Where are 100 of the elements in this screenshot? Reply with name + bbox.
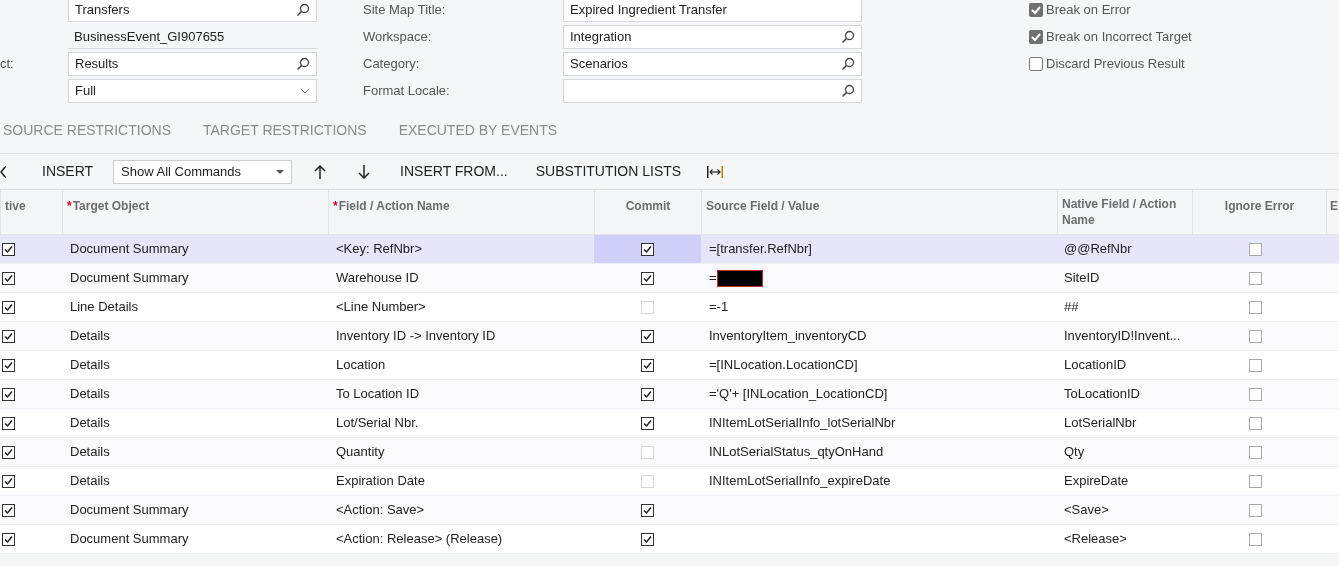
caret-icon bbox=[276, 169, 285, 174]
column-header[interactable]: Commit bbox=[594, 190, 701, 234]
checkbox[interactable] bbox=[2, 300, 15, 314]
checkbox[interactable] bbox=[641, 242, 654, 256]
table-cell-text: Details bbox=[70, 356, 110, 375]
table-cell-text: ToLocationID bbox=[1064, 385, 1140, 404]
table-row[interactable]: Details To Location ID ='Q'+ [INLocation_LocationCD] ToLocationID bbox=[0, 380, 1339, 409]
checkbox[interactable] bbox=[1029, 3, 1043, 17]
checkbox[interactable] bbox=[1248, 358, 1262, 372]
search-icon[interactable] bbox=[841, 84, 855, 98]
checkbox[interactable] bbox=[1029, 30, 1043, 44]
table-cell-text: INLotSerialStatus_qtyOnHand bbox=[709, 443, 884, 462]
table-cell-text: Details bbox=[70, 327, 110, 346]
table-cell-text: Line Details bbox=[70, 298, 138, 317]
dropdown-field[interactable]: Full bbox=[68, 79, 317, 103]
table-cell-text: @@RefNbr bbox=[1064, 240, 1132, 259]
checkbox[interactable] bbox=[2, 358, 15, 372]
table-cell-text: Lot/Serial Nbr. bbox=[336, 414, 419, 433]
table-row[interactable]: Document Summary <Action: Save> <Save> bbox=[0, 496, 1339, 525]
search-icon[interactable] bbox=[296, 57, 310, 71]
chevron-down-icon[interactable] bbox=[300, 88, 310, 94]
input-field[interactable]: Scenarios bbox=[563, 52, 862, 76]
input-field[interactable]: Results bbox=[68, 52, 317, 76]
checkbox[interactable] bbox=[2, 416, 15, 430]
checkbox[interactable] bbox=[641, 387, 654, 401]
readonly-field: BusinessEvent_GI907655 bbox=[68, 25, 317, 49]
table-cell-text: =[transfer.RefNbr] bbox=[709, 240, 812, 259]
field-label: Workspace: bbox=[363, 28, 432, 47]
column-header[interactable]: tive bbox=[0, 190, 62, 234]
checkbox[interactable] bbox=[1248, 242, 1262, 256]
toolbar-button[interactable]: INSERT bbox=[28, 158, 108, 185]
table-cell-text: Inventory ID -> Inventory ID bbox=[336, 327, 496, 346]
column-header[interactable]: Native Field / Action Name bbox=[1057, 190, 1192, 234]
checkbox[interactable] bbox=[2, 242, 15, 256]
checkbox[interactable] bbox=[2, 474, 15, 488]
table-row[interactable]: Document Summary Warehouse ID = SiteID bbox=[0, 264, 1339, 293]
checkbox[interactable] bbox=[641, 329, 654, 343]
search-icon[interactable] bbox=[296, 3, 310, 17]
checkbox[interactable] bbox=[1248, 445, 1262, 459]
table-cell-text: <Save> bbox=[1064, 501, 1109, 520]
column-header[interactable]: Ignore Error bbox=[1192, 190, 1326, 234]
required-asterisk: * bbox=[333, 198, 338, 215]
column-header[interactable]: E bbox=[1326, 190, 1339, 234]
checkbox[interactable] bbox=[641, 271, 654, 285]
search-icon[interactable] bbox=[841, 57, 855, 71]
table-cell-text: <Line Number> bbox=[336, 298, 426, 317]
table-cell-text: ## bbox=[1064, 298, 1079, 317]
table-cell-text: Expiration Date bbox=[336, 472, 425, 491]
table-cell-text: LotSerialNbr bbox=[1064, 414, 1137, 433]
table-cell-text: LocationID bbox=[1064, 356, 1127, 375]
table-cell-text: Quantity bbox=[336, 443, 385, 462]
input-field[interactable]: Integration bbox=[563, 25, 862, 49]
input-field[interactable]: Expired Ingredient Transfer bbox=[563, 0, 862, 22]
field-label: Category: bbox=[363, 55, 420, 74]
table-cell-text: INItemLotSerialInfo_expireDate bbox=[709, 472, 891, 491]
checkbox-label: Break on Error bbox=[1046, 1, 1131, 20]
table-cell-text: To Location ID bbox=[336, 385, 420, 404]
checkbox[interactable] bbox=[2, 503, 15, 517]
checkbox[interactable] bbox=[2, 271, 15, 285]
table-cell-text: <Key: RefNbr> bbox=[336, 240, 422, 259]
column-header[interactable]: *Target Object bbox=[62, 190, 328, 234]
column-header[interactable]: Source Field / Value bbox=[701, 190, 1057, 234]
input-field[interactable]: Transfers bbox=[68, 0, 317, 22]
column-header[interactable]: *Field / Action Name bbox=[328, 190, 594, 234]
checkbox[interactable] bbox=[2, 445, 15, 459]
checkbox[interactable] bbox=[1248, 532, 1262, 546]
checkbox[interactable] bbox=[2, 329, 15, 343]
checkbox[interactable] bbox=[1248, 387, 1262, 401]
table-cell-text: Details bbox=[70, 385, 110, 404]
table-cell-text: Document Summary bbox=[70, 530, 189, 549]
table-cell-text: Warehouse ID bbox=[336, 269, 419, 288]
checkbox[interactable] bbox=[2, 387, 15, 401]
checkbox[interactable] bbox=[1248, 300, 1262, 314]
checkbox[interactable] bbox=[1248, 474, 1262, 488]
checkbox[interactable] bbox=[1248, 329, 1262, 343]
checkbox[interactable] bbox=[1029, 57, 1043, 71]
chevron-left-icon[interactable] bbox=[0, 165, 6, 178]
checkbox[interactable] bbox=[641, 416, 654, 430]
checkbox[interactable] bbox=[1248, 503, 1262, 517]
search-icon[interactable] bbox=[841, 30, 855, 44]
checkbox[interactable] bbox=[1248, 271, 1262, 285]
checkbox[interactable] bbox=[2, 532, 15, 546]
input-field[interactable] bbox=[563, 79, 862, 103]
table-cell-text: Document Summary bbox=[70, 501, 189, 520]
toolbar-button[interactable]: SUBSTITUTION LISTS bbox=[521, 158, 696, 185]
table-cell-text: Document Summary bbox=[70, 269, 189, 288]
checkbox[interactable] bbox=[641, 503, 654, 517]
table-cell-text: Qty bbox=[1064, 443, 1085, 462]
fit-columns-icon[interactable] bbox=[707, 164, 724, 179]
checkbox-label: Break on Incorrect Target bbox=[1046, 28, 1192, 47]
command-dropdown[interactable]: Show All Commands bbox=[113, 159, 293, 184]
table-cell-text: <Action: Release> (Release) bbox=[336, 530, 503, 549]
table-row[interactable]: Document Summary <Key: RefNbr> =[transfer.RefNbr] @@RefNbr bbox=[0, 235, 1339, 264]
checkbox[interactable] bbox=[641, 358, 654, 372]
table-row[interactable]: Details Inventory ID -> Inventory ID InventoryItem_inventoryCD InventoryID!Invent... bbox=[0, 322, 1339, 351]
checkbox[interactable] bbox=[641, 532, 654, 546]
checkbox-label: Discard Previous Result bbox=[1046, 55, 1185, 74]
toolbar-button[interactable]: INSERT FROM... bbox=[386, 158, 522, 185]
checkbox[interactable] bbox=[1248, 416, 1262, 430]
table-row[interactable]: Details Quantity INLotSerialStatus_qtyOnHand Qty bbox=[0, 438, 1339, 467]
